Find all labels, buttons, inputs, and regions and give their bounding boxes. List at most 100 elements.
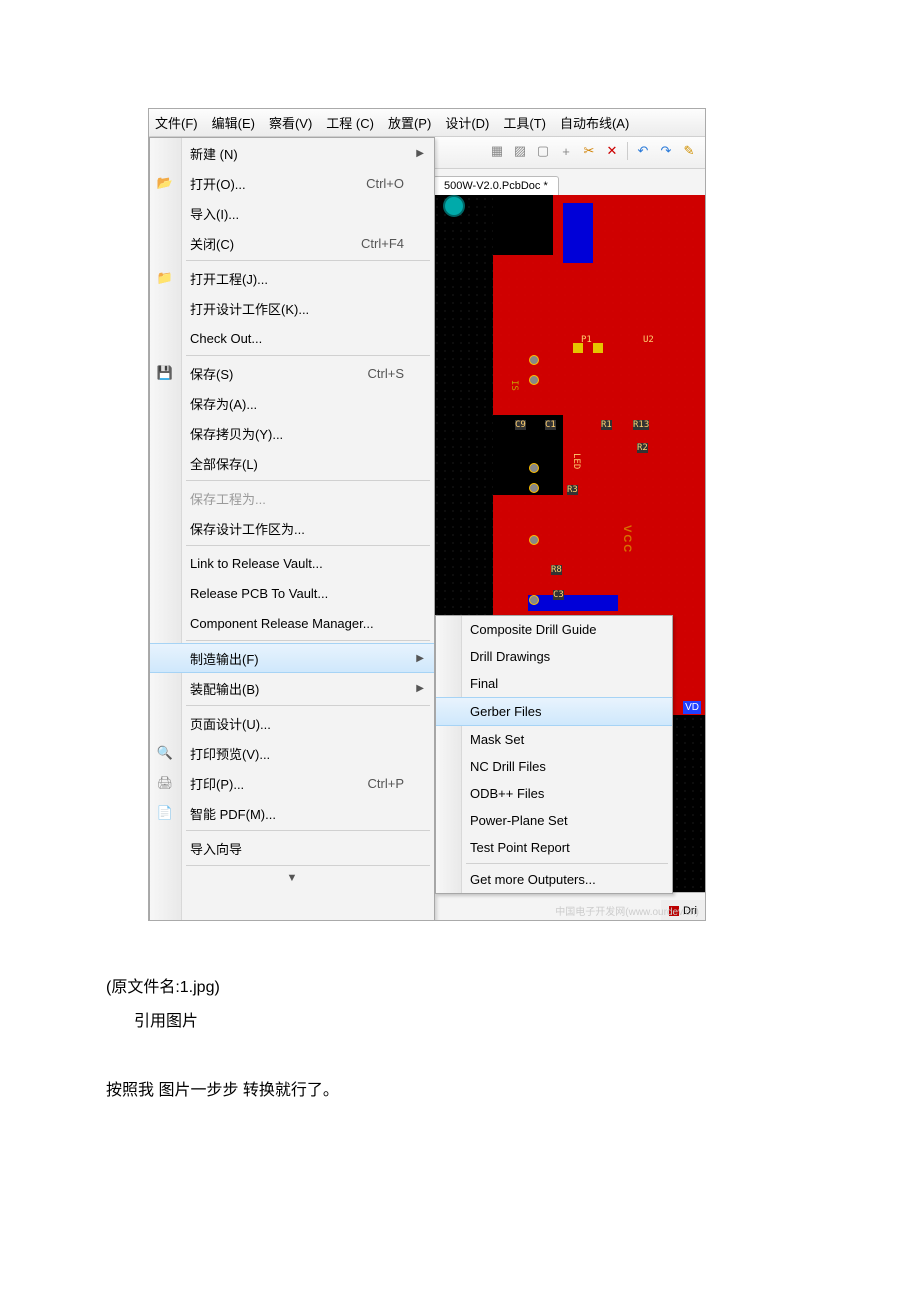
silk-r8: R8 <box>551 565 562 575</box>
submenu-item-nc-drill[interactable]: NC Drill Files <box>436 753 672 780</box>
menu-item-label: 全部保存(L) <box>190 454 258 473</box>
caption-instruction: 按照我 图片一步步 转换就行了。 <box>106 1076 339 1100</box>
menu-file[interactable]: 文件(F) <box>155 113 198 132</box>
toolbar-icon-grid1[interactable]: ▦ <box>487 141 507 161</box>
silk-led: LED <box>571 453 581 469</box>
silk-c9: C9 <box>515 420 526 430</box>
menu-tools[interactable]: 工具(T) <box>503 113 546 132</box>
menu-expand-chevron[interactable]: ▼ <box>150 868 434 888</box>
submenu-item-final[interactable]: Final <box>436 670 672 697</box>
menu-item-import[interactable]: 导入(I)... <box>150 198 434 228</box>
submenu-item-power-plane[interactable]: Power-Plane Set <box>436 807 672 834</box>
menu-item-close[interactable]: 关闭(C) Ctrl+F4 <box>150 228 434 258</box>
menu-separator <box>186 355 430 356</box>
trace-blue-1 <box>563 203 593 263</box>
submenu-item-label: ODB++ Files <box>470 786 544 801</box>
menu-item-open-project[interactable]: 📁 打开工程(J)... <box>150 263 434 293</box>
menu-item-save-all[interactable]: 全部保存(L) <box>150 448 434 478</box>
submenu-item-label: Drill Drawings <box>470 649 550 664</box>
menu-design[interactable]: 设计(D) <box>445 113 489 132</box>
menu-item-save-as[interactable]: 保存为(A)... <box>150 388 434 418</box>
document-tab[interactable]: 500W-V2.0.PcbDoc * <box>433 176 559 195</box>
menu-item-new[interactable]: 新建 (N) ▶ <box>150 138 434 168</box>
menu-item-label: 保存(S) <box>190 364 233 383</box>
menu-item-checkout[interactable]: Check Out... <box>150 323 434 353</box>
caption-reference: 引用图片 <box>134 1007 198 1031</box>
menu-autoroute[interactable]: 自动布线(A) <box>560 113 629 132</box>
pad <box>529 375 539 385</box>
smd-pad <box>593 343 603 353</box>
screenshot-container: 文件(F) 编辑(E) 察看(V) 工程 (C) 放置(P) 设计(D) 工具(… <box>148 108 706 921</box>
menu-item-label: 打印(P)... <box>190 774 244 793</box>
menu-item-save-copy[interactable]: 保存拷贝为(Y)... <box>150 418 434 448</box>
menu-item-release-pcb[interactable]: Release PCB To Vault... <box>150 578 434 608</box>
menu-item-fabrication-output[interactable]: 制造输出(F) ▶ <box>150 643 434 673</box>
pad <box>529 595 539 605</box>
menu-item-save-workspace-as[interactable]: 保存设计工作区为... <box>150 513 434 543</box>
submenu-item-gerber[interactable]: Gerber Files <box>436 697 672 726</box>
menu-item-import-wizard[interactable]: 导入向导 <box>150 833 434 863</box>
menubar: 文件(F) 编辑(E) 察看(V) 工程 (C) 放置(P) 设计(D) 工具(… <box>149 109 705 137</box>
menu-place[interactable]: 放置(P) <box>388 113 431 132</box>
toolbar-icon-x[interactable]: ✕ <box>602 141 622 161</box>
toolbar-icon-box[interactable]: ▢ <box>533 141 553 161</box>
menu-item-component-release[interactable]: Component Release Manager... <box>150 608 434 638</box>
submenu-item-label: Composite Drill Guide <box>470 622 596 637</box>
submenu-item-label: Gerber Files <box>470 704 542 719</box>
silk-is: IS <box>509 380 519 391</box>
toolbar-icon-pencil[interactable]: ✎ <box>679 141 699 161</box>
toolbar-icon-grid2[interactable]: ▨ <box>510 141 530 161</box>
menu-separator <box>186 260 430 261</box>
menu-item-print[interactable]: 🖨 打印(P)... Ctrl+P <box>150 768 434 798</box>
menu-project[interactable]: 工程 (C) <box>326 113 374 132</box>
submenu-item-label: Get more Outputers... <box>470 872 596 887</box>
menu-item-open[interactable]: 📂 打开(O)... Ctrl+O <box>150 168 434 198</box>
submenu-arrow-icon: ▶ <box>416 653 424 664</box>
menu-item-page-setup[interactable]: 页面设计(U)... <box>150 708 434 738</box>
menu-item-label: Check Out... <box>190 331 262 346</box>
menu-item-assembly-output[interactable]: 装配输出(B) ▶ <box>150 673 434 703</box>
pad <box>529 463 539 473</box>
trace-blue-2 <box>528 595 618 611</box>
toolbar-icon-plus[interactable]: + <box>556 141 576 161</box>
folder-project-icon: 📁 <box>156 269 174 287</box>
menu-item-label: 打开设计工作区(K)... <box>190 299 309 318</box>
menu-edit[interactable]: 编辑(E) <box>212 113 255 132</box>
menu-item-label: 制造输出(F) <box>190 649 259 668</box>
silk-r13: R13 <box>633 420 649 430</box>
toolbar-icon-scissor[interactable]: ✂ <box>579 141 599 161</box>
folder-open-icon: 📂 <box>156 174 174 192</box>
menu-item-save[interactable]: 💾 保存(S) Ctrl+S <box>150 358 434 388</box>
menu-item-label: 关闭(C) <box>190 234 234 253</box>
save-icon: 💾 <box>156 364 174 382</box>
menu-item-print-preview[interactable]: 🔍 打印预览(V)... <box>150 738 434 768</box>
submenu-item-drill-drawings[interactable]: Drill Drawings <box>436 643 672 670</box>
print-preview-icon: 🔍 <box>156 744 174 762</box>
fabrication-submenu: Composite Drill Guide Drill Drawings Fin… <box>435 615 673 894</box>
submenu-item-odb[interactable]: ODB++ Files <box>436 780 672 807</box>
pad <box>529 483 539 493</box>
submenu-item-test-point[interactable]: Test Point Report <box>436 834 672 861</box>
submenu-item-mask-set[interactable]: Mask Set <box>436 726 672 753</box>
menu-item-smart-pdf[interactable]: 📄 智能 PDF(M)... <box>150 798 434 828</box>
toolbar-icon-redo[interactable]: ↷ <box>656 141 676 161</box>
pdf-icon: 📄 <box>156 804 174 822</box>
menu-item-label: 导入向导 <box>190 839 242 858</box>
menu-item-link-vault[interactable]: Link to Release Vault... <box>150 548 434 578</box>
submenu-item-get-more[interactable]: Get more Outputers... <box>436 866 672 893</box>
chevron-down-icon: ▼ <box>287 872 298 884</box>
menu-view[interactable]: 察看(V) <box>269 113 312 132</box>
menu-item-label: 打开(O)... <box>190 174 246 193</box>
silk-p1: P1 <box>581 335 592 345</box>
cutout <box>493 195 553 255</box>
toolbar-icon-undo[interactable]: ↶ <box>633 141 653 161</box>
submenu-item-label: Mask Set <box>470 732 524 747</box>
silk-c3: C3 <box>553 590 564 600</box>
menu-item-label: 装配输出(B) <box>190 679 259 698</box>
pad <box>529 535 539 545</box>
shortcut-label: Ctrl+S <box>368 366 404 381</box>
menu-item-open-workspace[interactable]: 打开设计工作区(K)... <box>150 293 434 323</box>
menu-item-label: 保存拷贝为(Y)... <box>190 424 283 443</box>
submenu-item-composite-drill[interactable]: Composite Drill Guide <box>436 616 672 643</box>
menu-separator <box>186 705 430 706</box>
